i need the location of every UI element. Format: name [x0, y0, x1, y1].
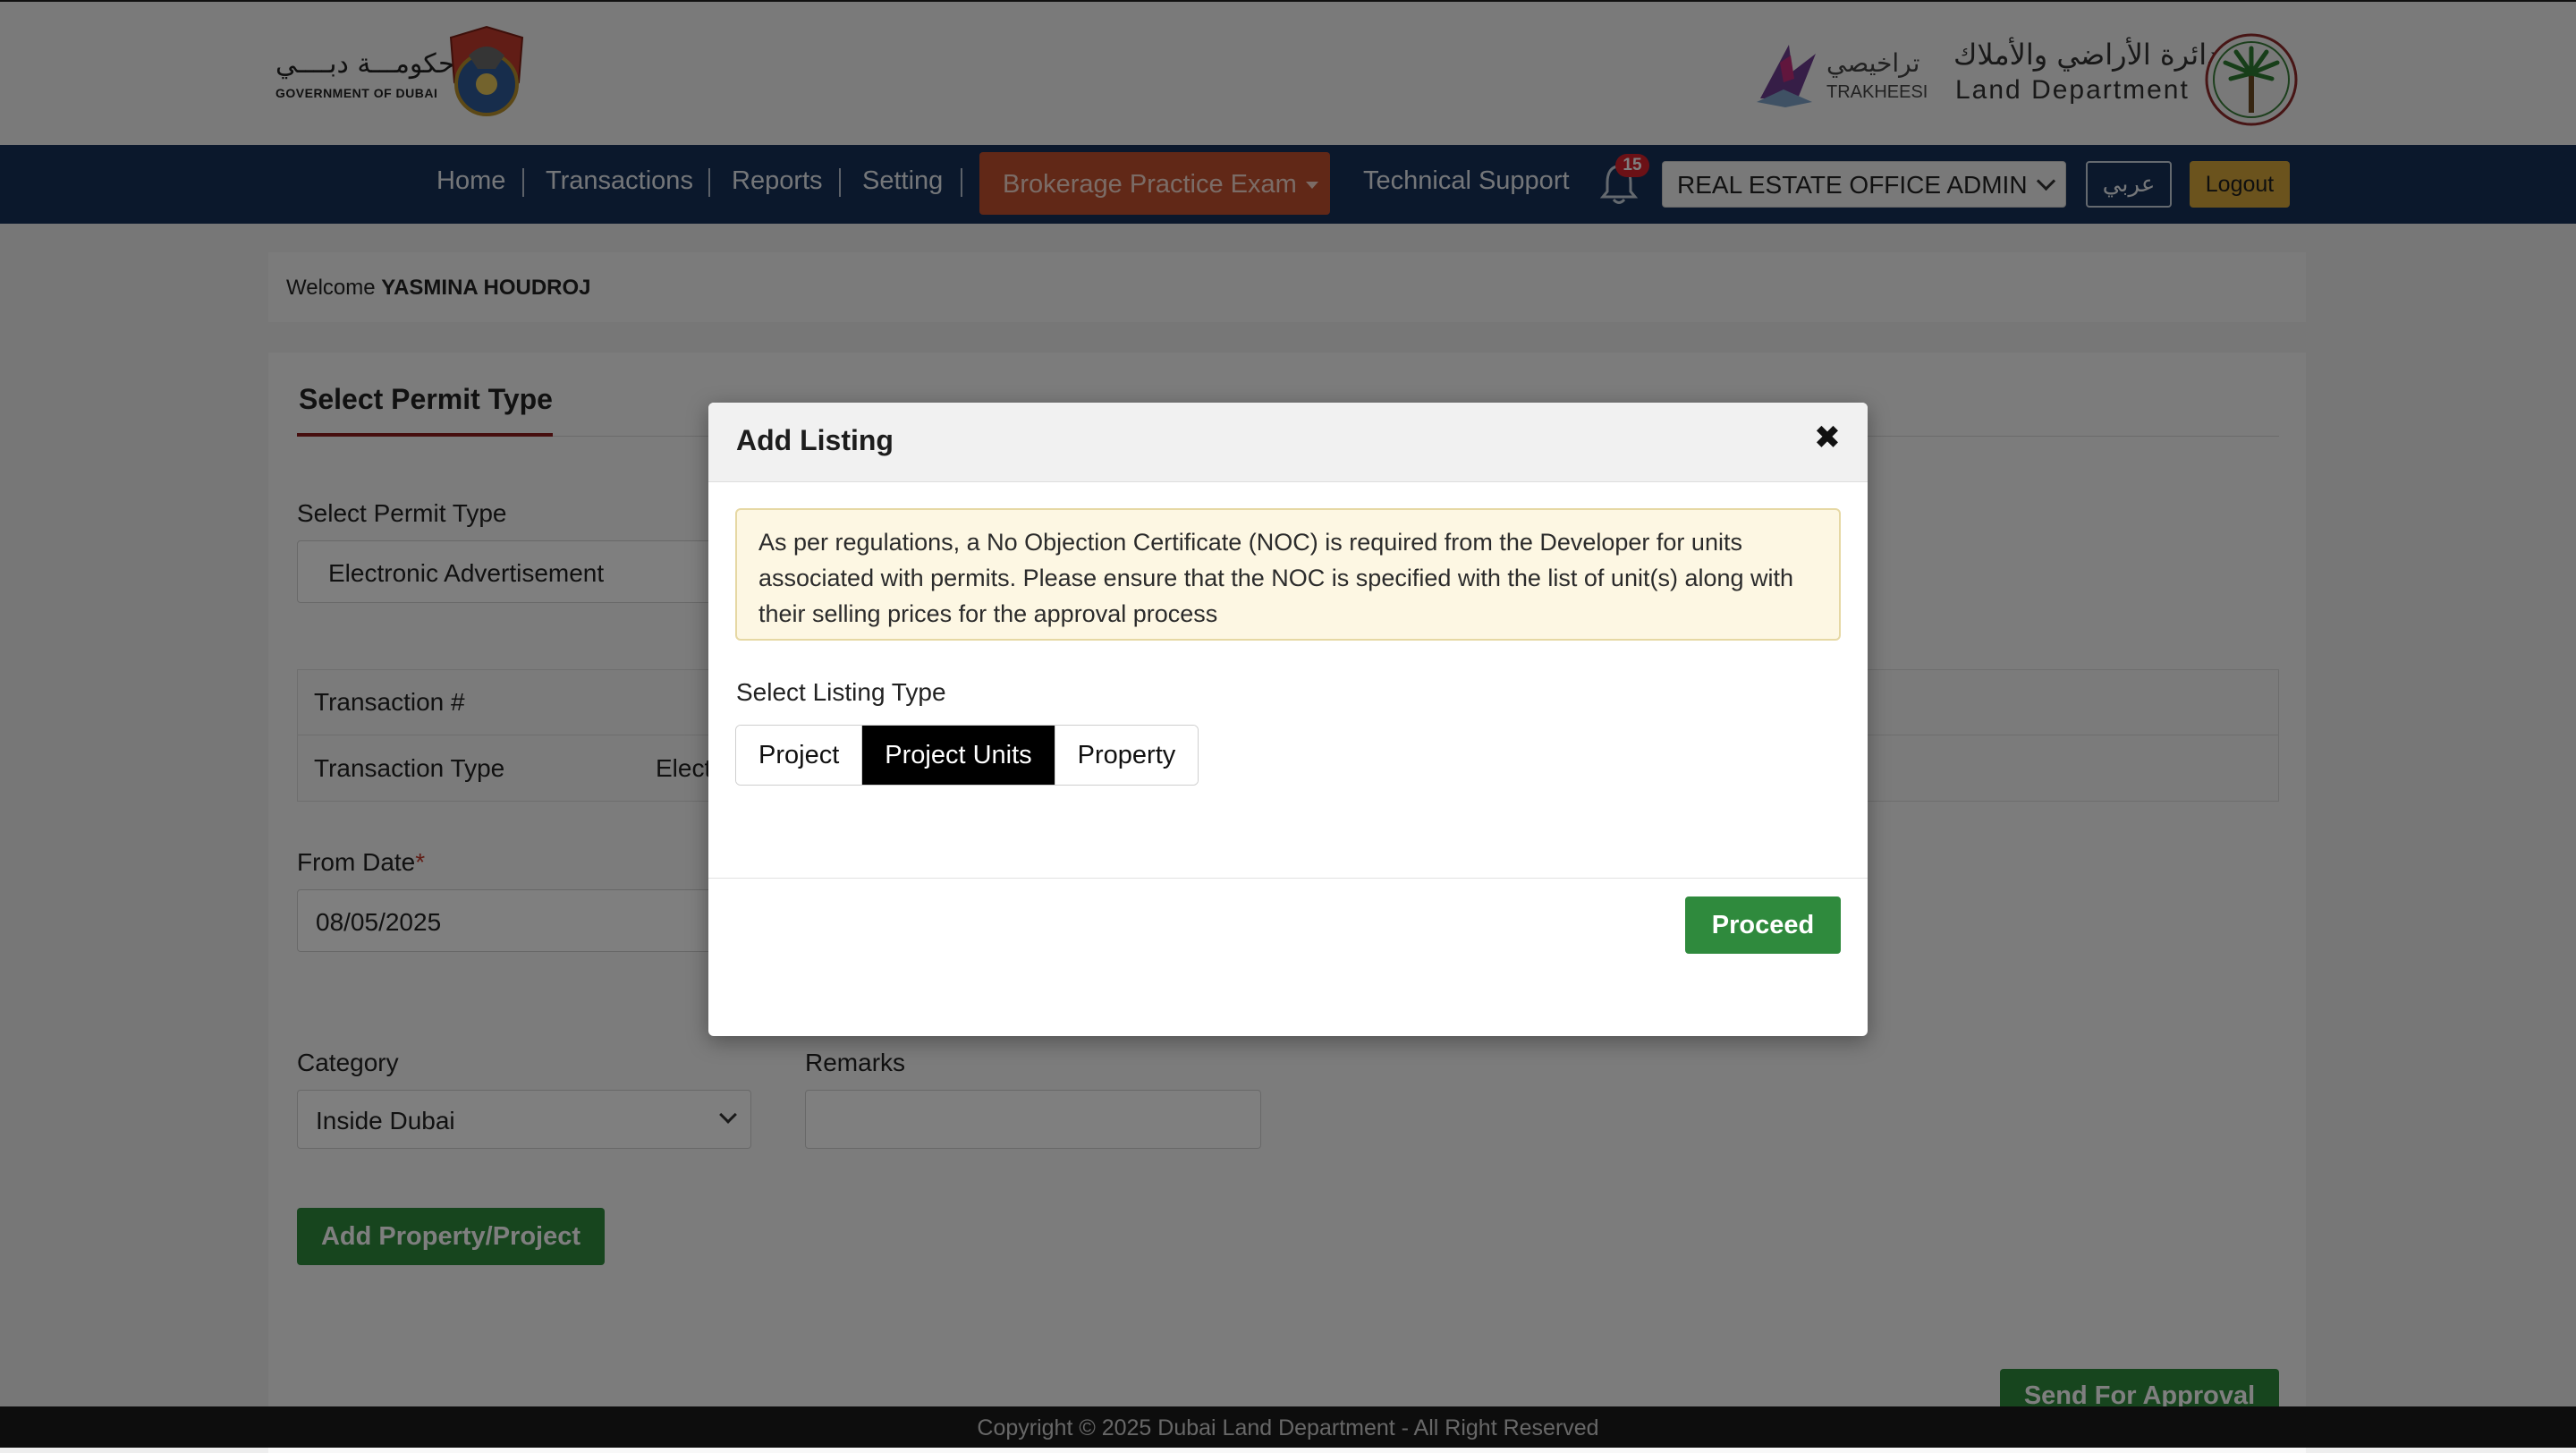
- modal-footer-divider: [708, 878, 1868, 879]
- modal-title: Add Listing: [736, 424, 894, 456]
- listing-type-project-units[interactable]: Project Units: [861, 726, 1055, 785]
- noc-notice: As per regulations, a No Objection Certi…: [735, 508, 1841, 641]
- listing-type-label: Select Listing Type: [736, 678, 946, 706]
- listing-type-property[interactable]: Property: [1054, 726, 1199, 785]
- proceed-button[interactable]: Proceed: [1685, 896, 1841, 954]
- modal-header: Add Listing ✖: [708, 403, 1868, 482]
- close-icon[interactable]: ✖: [1814, 419, 1841, 456]
- listing-type-toggle-group: Project Project Units Property: [735, 725, 1199, 786]
- add-listing-modal: Add Listing ✖ As per regulations, a No O…: [708, 403, 1868, 1036]
- listing-type-project[interactable]: Project: [736, 726, 862, 785]
